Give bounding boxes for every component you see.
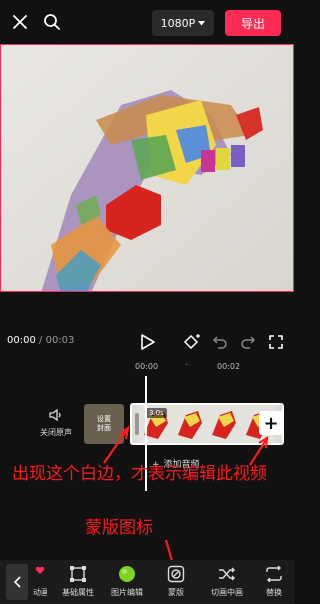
- tool-label: 切画中画: [211, 588, 243, 597]
- white-edge-annotation: 出现这个白边，才表示编辑此视频: [12, 464, 267, 484]
- export-button[interactable]: 导出: [225, 10, 281, 36]
- heart-icon: [35, 566, 45, 574]
- ruler-tick-label: 00:00: [135, 362, 159, 371]
- tool-label: 图片编辑: [111, 588, 143, 597]
- clip-left-handle[interactable]: [135, 413, 139, 435]
- square-corners-icon: [68, 564, 88, 584]
- bottom-toolbar: 动画 基础属性 图片编辑 蒙版 切画中画 替换: [0, 560, 294, 604]
- partial-tool-label: 动画: [33, 588, 47, 597]
- time-separator: /: [39, 335, 43, 346]
- timeline-ruler: 00:00 · 00:02: [0, 360, 294, 380]
- shuffle-icon: [217, 564, 237, 584]
- toolbar-back-button[interactable]: [6, 564, 28, 600]
- ruler-dot: ·: [185, 360, 189, 371]
- tool-label: 替换: [266, 588, 282, 597]
- add-clip-button[interactable]: +: [259, 411, 283, 435]
- plus-icon: +: [263, 412, 279, 434]
- tool-picture-in-picture[interactable]: 切画中画: [203, 564, 251, 604]
- video-preview[interactable]: [0, 44, 294, 292]
- keyframe-icon[interactable]: [180, 330, 204, 354]
- timecode: 00:00 / 00:03: [7, 335, 74, 346]
- mute-label: 关闭原声: [40, 428, 72, 437]
- tool-replace[interactable]: 替换: [250, 564, 298, 604]
- fullscreen-icon[interactable]: [264, 330, 288, 354]
- playback-bar: 00:00 / 00:03: [0, 320, 294, 362]
- ruler-tick-label: 00:02: [217, 362, 241, 371]
- mask-icon: [166, 564, 186, 584]
- green-circle-icon: [117, 564, 137, 584]
- speaker-icon: [49, 408, 61, 422]
- undo-icon[interactable]: [208, 330, 232, 354]
- tool-label: 蒙版: [168, 588, 184, 597]
- crayon-drawing-image: [1, 45, 293, 291]
- tool-image-edit[interactable]: 图片编辑: [103, 564, 151, 604]
- play-icon[interactable]: [136, 330, 160, 354]
- cover-label-line2: 封面: [97, 424, 111, 432]
- toolbar-item-partial[interactable]: 动画: [33, 566, 47, 598]
- tool-basic-properties[interactable]: 基础属性: [54, 564, 102, 604]
- mask-icon-annotation: 蒙版图标: [85, 518, 153, 538]
- tool-label: 基础属性: [62, 588, 94, 597]
- resolution-label: 1080P: [160, 16, 196, 30]
- caret-down-icon: [198, 20, 206, 25]
- cover-label-line1: 设置: [97, 414, 111, 423]
- chevron-left-icon: [13, 576, 21, 588]
- replace-icon: [264, 564, 284, 584]
- redo-icon[interactable]: [236, 330, 260, 354]
- export-label: 导出: [240, 16, 265, 31]
- current-time: 00:00: [7, 335, 36, 346]
- tool-mask[interactable]: 蒙版: [152, 564, 200, 604]
- resolution-button[interactable]: 1080P: [152, 10, 214, 36]
- clip-duration-badge: 3.0s: [146, 408, 167, 418]
- close-icon[interactable]: [8, 10, 32, 34]
- mute-original-audio-button[interactable]: 关闭原声: [30, 408, 82, 438]
- set-cover-button[interactable]: 设置 封面: [84, 404, 124, 444]
- total-time: 00:03: [45, 335, 75, 346]
- top-bar: 1080P 导出: [0, 0, 294, 44]
- search-icon[interactable]: [40, 10, 64, 34]
